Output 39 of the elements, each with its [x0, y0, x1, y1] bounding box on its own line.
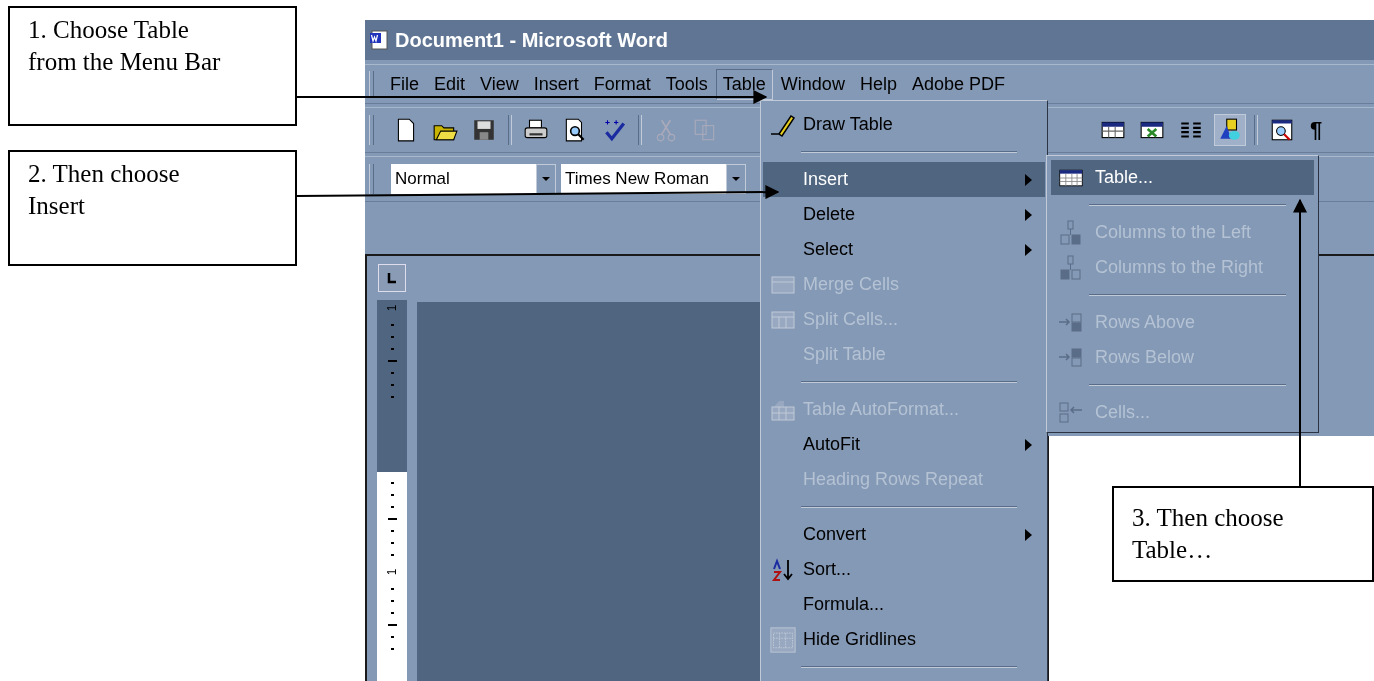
ruler-number: 1 — [386, 568, 398, 576]
menu-item[interactable]: Convert — [763, 517, 1045, 552]
callout-box: 1. Choose Table from the Menu Bar — [8, 6, 297, 126]
insert-column-icon — [1058, 219, 1084, 246]
menu-bar-item[interactable]: Table — [715, 68, 773, 100]
font-dropdown[interactable]: Times New Roman — [561, 164, 746, 194]
menu-item[interactable]: Draw Table — [763, 107, 1045, 142]
menu-bar-item[interactable]: File — [383, 68, 426, 100]
insert-column-icon — [1058, 254, 1084, 281]
document-icon — [369, 30, 389, 50]
drawing-icon[interactable] — [1215, 115, 1245, 145]
insert-cells-icon — [1058, 399, 1084, 426]
menu-item[interactable]: Formula... — [763, 587, 1045, 622]
window-title: Document1 - Microsoft Word — [395, 28, 668, 52]
formatting-marks-button[interactable]: ¶ — [1306, 117, 1327, 143]
menu-item[interactable]: Sort... — [763, 552, 1045, 587]
menu-item[interactable]: AutoFit — [763, 427, 1045, 462]
menu-bar-item[interactable]: Insert — [526, 68, 586, 100]
dropdown-arrow-icon — [731, 176, 741, 182]
menu-item[interactable]: Insert — [763, 162, 1045, 197]
gridlines-icon — [770, 626, 796, 653]
menu-bar-item[interactable]: Tools — [658, 68, 715, 100]
menu-bar-item[interactable]: View — [473, 68, 526, 100]
menu-item[interactable]: Hide Gridlines — [763, 622, 1045, 657]
tab-selector-icon[interactable] — [378, 264, 406, 292]
sort-icon — [770, 556, 796, 583]
menu-bar-item[interactable]: Window — [773, 68, 852, 100]
menu-item[interactable]: Select — [763, 232, 1045, 267]
menu-bar-item[interactable]: Edit — [427, 68, 473, 100]
menu-item[interactable]: Delete — [763, 197, 1045, 232]
menu-bar-item[interactable]: Help — [852, 68, 904, 100]
dropdown-arrow-icon — [541, 176, 551, 182]
callout-box: 2. Then choose Insert — [8, 150, 297, 266]
ruler-number: 1 — [386, 304, 398, 312]
menu-bar-item[interactable]: Adobe PDF — [904, 68, 1012, 100]
style-dropdown[interactable]: Normal — [391, 164, 556, 194]
callout-box: 3. Then choose Table… — [1112, 486, 1374, 582]
menu-item[interactable]: Table... — [1051, 160, 1314, 195]
menu-bar-item[interactable]: Format — [586, 68, 658, 100]
